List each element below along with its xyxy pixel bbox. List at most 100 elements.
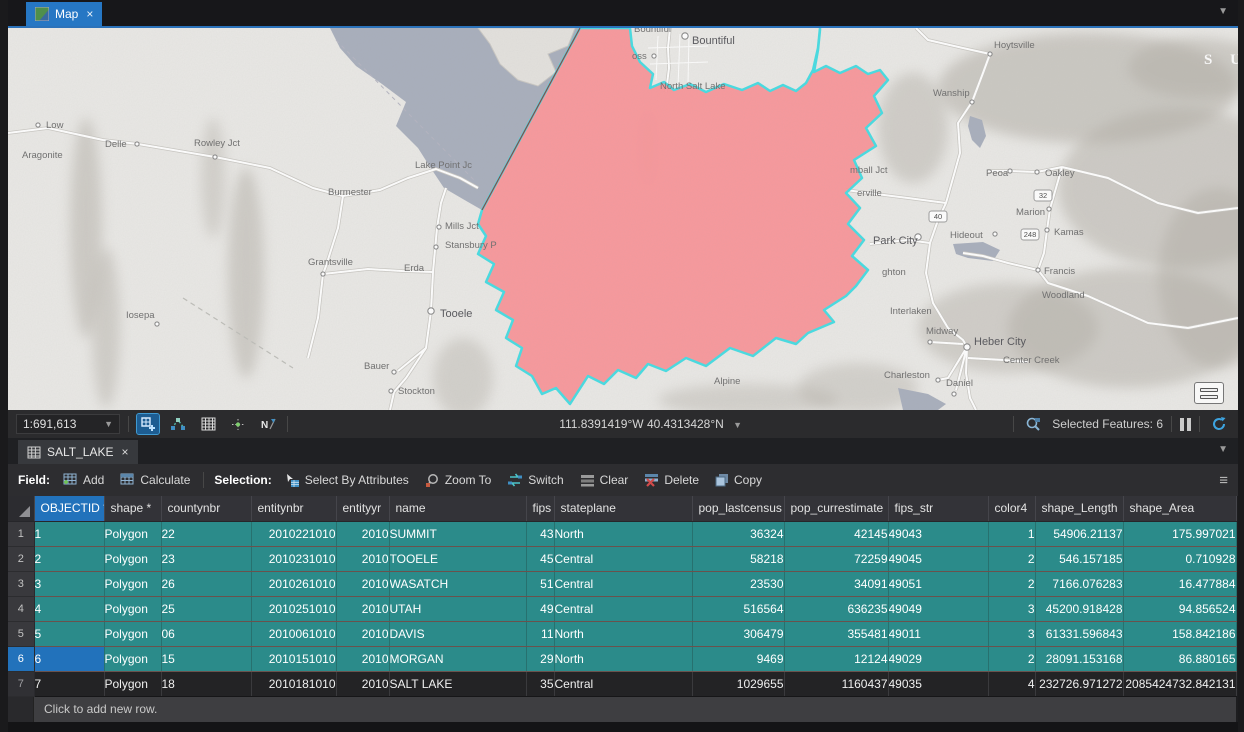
- row-gutter[interactable]: 2: [8, 546, 34, 571]
- cell-entityyr[interactable]: 2010: [336, 621, 389, 646]
- cell-objectid[interactable]: 3: [34, 571, 104, 596]
- calculate-field-button[interactable]: Calculate: [117, 471, 193, 489]
- cell-shape-area[interactable]: 175.997021: [1123, 521, 1236, 546]
- cell-color4[interactable]: 2: [988, 546, 1035, 571]
- column-header-color4[interactable]: color4: [988, 496, 1035, 521]
- cell-stateplane[interactable]: North: [554, 621, 692, 646]
- cell-fips-str[interactable]: 49049: [888, 596, 988, 621]
- cell-entitynbr[interactable]: 2010261010: [251, 571, 336, 596]
- cell-objectid[interactable]: 4: [34, 596, 104, 621]
- cell-name[interactable]: SUMMIT: [389, 521, 526, 546]
- cell-pop-currestimate[interactable]: 72259: [784, 546, 888, 571]
- cell-shape-length[interactable]: 54906.21137: [1035, 521, 1123, 546]
- cell-pop-currestimate[interactable]: 42145: [784, 521, 888, 546]
- cell-shape[interactable]: Polygon: [104, 521, 161, 546]
- explore-tool-icon[interactable]: [137, 414, 159, 434]
- select-by-attributes-button[interactable]: Select By Attributes: [282, 471, 412, 490]
- cell-pop-currestimate[interactable]: 12124: [784, 646, 888, 671]
- cell-entitynbr[interactable]: 2010231010: [251, 546, 336, 571]
- cell-objectid[interactable]: 6: [34, 646, 104, 671]
- cell-shape-length[interactable]: 61331.596843: [1035, 621, 1123, 646]
- column-header-shape-length[interactable]: shape_Length: [1035, 496, 1123, 521]
- cell-color4[interactable]: 2: [988, 571, 1035, 596]
- cell-name[interactable]: WASATCH: [389, 571, 526, 596]
- select-all-corner[interactable]: [8, 496, 34, 521]
- map-scale-select[interactable]: 1:691,613 ▼: [16, 414, 120, 434]
- column-header-shape[interactable]: shape *: [104, 496, 161, 521]
- cell-shape-area[interactable]: 158.842186: [1123, 621, 1236, 646]
- cell-shape-area[interactable]: 94.856524: [1123, 596, 1236, 621]
- cell-pop-currestimate[interactable]: 34091: [784, 571, 888, 596]
- cell-shape-length[interactable]: 45200.918428: [1035, 596, 1123, 621]
- column-header-pop-lastcensus[interactable]: pop_lastcensus: [692, 496, 784, 521]
- cell-name[interactable]: MORGAN: [389, 646, 526, 671]
- cell-countynbr[interactable]: 22: [161, 521, 251, 546]
- row-gutter[interactable]: 5: [8, 621, 34, 646]
- column-header-pop-currestimate[interactable]: pop_currestimate: [784, 496, 888, 521]
- cell-fips[interactable]: 11: [526, 621, 554, 646]
- cell-shape-area[interactable]: 0.710928: [1123, 546, 1236, 571]
- cell-shape[interactable]: Polygon: [104, 621, 161, 646]
- cell-shape-length[interactable]: 232726.971272: [1035, 671, 1123, 696]
- row-gutter[interactable]: 4: [8, 596, 34, 621]
- cell-countynbr[interactable]: 25: [161, 596, 251, 621]
- row-gutter[interactable]: 6: [8, 646, 34, 671]
- switch-selection-button[interactable]: Switch: [504, 471, 566, 489]
- cell-fips-str[interactable]: 49029: [888, 646, 988, 671]
- tab-map[interactable]: Map ×: [26, 2, 102, 26]
- cell-countynbr[interactable]: 23: [161, 546, 251, 571]
- cell-entityyr[interactable]: 2010: [336, 671, 389, 696]
- table-grid-icon[interactable]: [197, 414, 219, 434]
- cell-fips[interactable]: 45: [526, 546, 554, 571]
- cell-objectid[interactable]: 7: [34, 671, 104, 696]
- zoom-to-selection-icon[interactable]: [1022, 414, 1044, 434]
- cell-fips-str[interactable]: 49051: [888, 571, 988, 596]
- cell-objectid[interactable]: 5: [34, 621, 104, 646]
- map-viewport[interactable]: LowAragoniteDelleRowley JctBurmesterLake…: [8, 26, 1238, 410]
- refresh-icon[interactable]: [1208, 414, 1230, 434]
- cell-entitynbr[interactable]: 2010251010: [251, 596, 336, 621]
- cell-name[interactable]: SALT LAKE: [389, 671, 526, 696]
- zoom-to-button[interactable]: Zoom To: [422, 471, 494, 490]
- column-header-objectid[interactable]: OBJECTID *: [34, 496, 104, 521]
- cell-entitynbr[interactable]: 2010181010: [251, 671, 336, 696]
- cell-stateplane[interactable]: Central: [554, 596, 692, 621]
- cell-stateplane[interactable]: Central: [554, 671, 692, 696]
- cell-shape-length[interactable]: 546.157185: [1035, 546, 1123, 571]
- row-gutter[interactable]: 3: [8, 571, 34, 596]
- cell-pop-currestimate[interactable]: 355481: [784, 621, 888, 646]
- cell-shape-area[interactable]: 86.880165: [1123, 646, 1236, 671]
- cell-countynbr[interactable]: 06: [161, 621, 251, 646]
- cell-fips[interactable]: 49: [526, 596, 554, 621]
- cell-countynbr[interactable]: 26: [161, 571, 251, 596]
- cell-stateplane[interactable]: North: [554, 646, 692, 671]
- cell-shape-length[interactable]: 28091.153168: [1035, 646, 1123, 671]
- close-table-tab-button[interactable]: ×: [121, 445, 128, 459]
- cell-objectid[interactable]: 1: [34, 521, 104, 546]
- cell-fips-str[interactable]: 49011: [888, 621, 988, 646]
- cell-objectid[interactable]: 2: [34, 546, 104, 571]
- cell-fips[interactable]: 29: [526, 646, 554, 671]
- cell-entityyr[interactable]: 2010: [336, 596, 389, 621]
- column-header-name[interactable]: name: [389, 496, 526, 521]
- cell-entitynbr[interactable]: 2010151010: [251, 646, 336, 671]
- cell-name[interactable]: UTAH: [389, 596, 526, 621]
- column-header-entityyr[interactable]: entityyr: [336, 496, 389, 521]
- cell-pop-lastcensus[interactable]: 516564: [692, 596, 784, 621]
- cell-countynbr[interactable]: 18: [161, 671, 251, 696]
- snapping-icon[interactable]: [227, 414, 249, 434]
- row-gutter[interactable]: 7: [8, 671, 34, 696]
- cell-pop-lastcensus[interactable]: 23530: [692, 571, 784, 596]
- cell-shape[interactable]: Polygon: [104, 546, 161, 571]
- cell-shape[interactable]: Polygon: [104, 671, 161, 696]
- column-header-fips-str[interactable]: fips_str: [888, 496, 988, 521]
- cell-color4[interactable]: 4: [988, 671, 1035, 696]
- add-new-row[interactable]: Click to add new row.: [8, 697, 1238, 722]
- cell-stateplane[interactable]: Central: [554, 571, 692, 596]
- column-header-entitynbr[interactable]: entitynbr: [251, 496, 336, 521]
- copy-rows-button[interactable]: Copy: [712, 471, 765, 489]
- cell-fips-str[interactable]: 49035: [888, 671, 988, 696]
- table-menu-button[interactable]: ≡: [1219, 472, 1228, 489]
- cell-shape[interactable]: Polygon: [104, 646, 161, 671]
- cell-pop-currestimate[interactable]: 636235: [784, 596, 888, 621]
